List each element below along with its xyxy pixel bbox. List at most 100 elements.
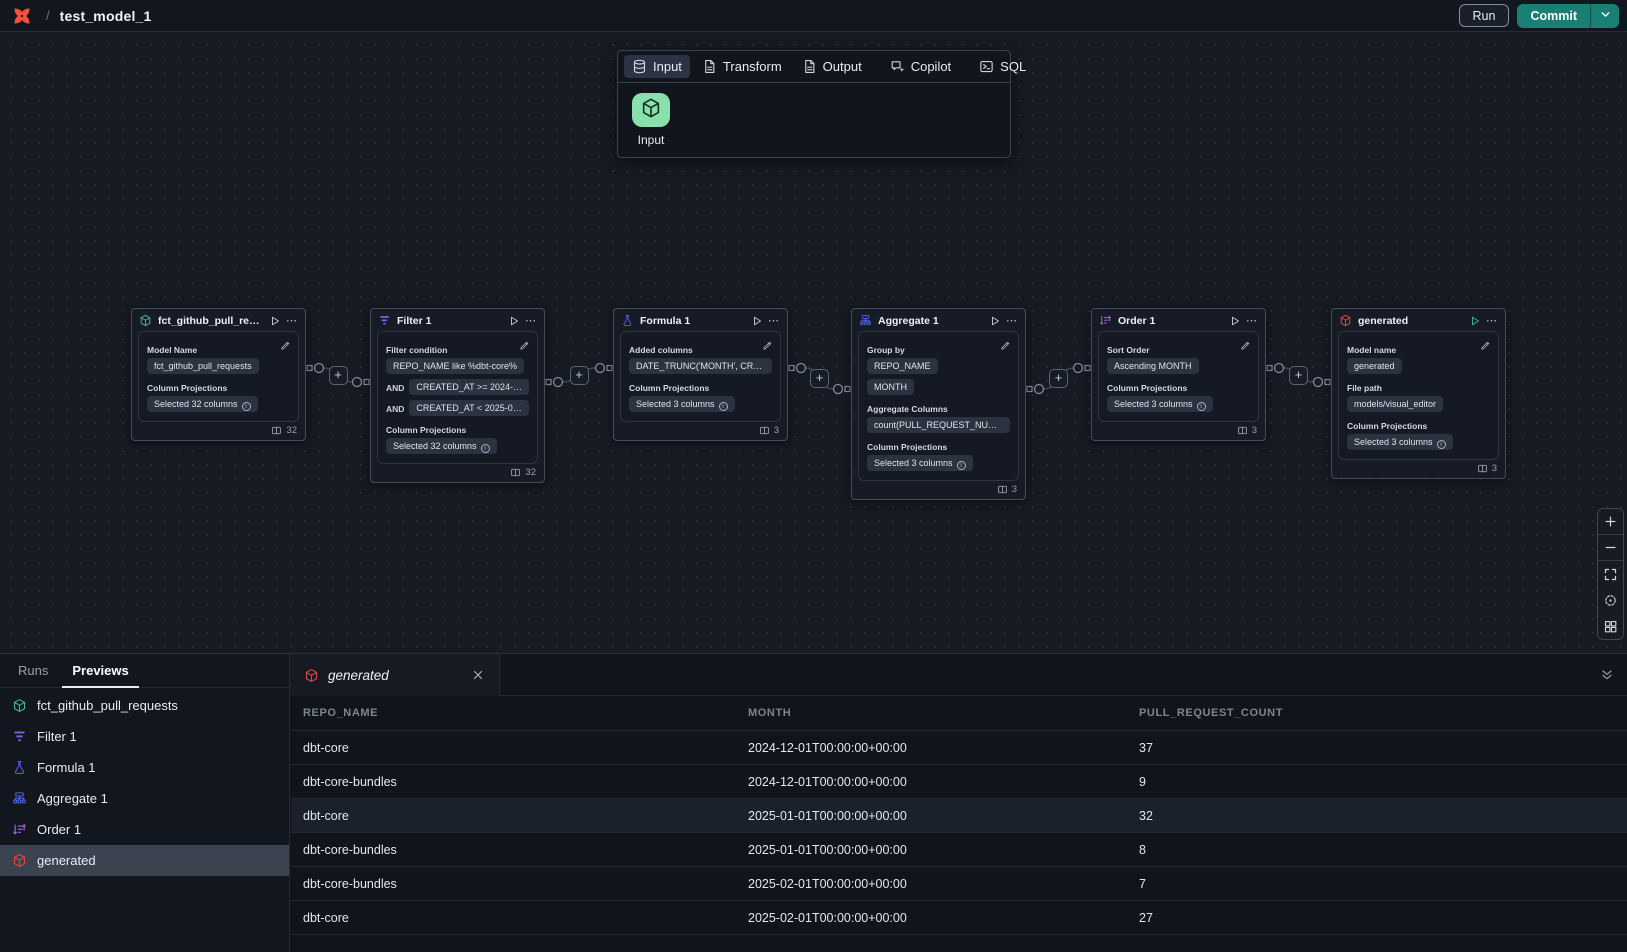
value-pill: MONTH: [867, 379, 914, 395]
more-options-icon[interactable]: ⋯: [286, 318, 298, 324]
table-cell: dbt-core: [303, 741, 748, 755]
chevron-down-icon: [1599, 8, 1612, 24]
edit-pencil-icon[interactable]: [1240, 338, 1251, 349]
toolbar-body: Input: [618, 83, 1010, 157]
minimap-icon[interactable]: [1598, 613, 1623, 639]
dag-node-filter-1[interactable]: Filter 1⋯Filter conditionREPO_NAME like …: [370, 308, 545, 483]
table-row[interactable]: dbt-core-bundles2025-02-01T00:00:00+00:0…: [291, 867, 1627, 901]
toolbar-tab-label: SQL: [1000, 59, 1026, 74]
cube-icon: [640, 97, 662, 124]
play-icon[interactable]: [508, 315, 520, 327]
info-icon[interactable]: i: [481, 444, 490, 453]
zoom-in-icon[interactable]: [1598, 509, 1623, 535]
column-count: 3: [1012, 484, 1017, 495]
add-node-button[interactable]: +: [810, 369, 829, 388]
value-pill: generated: [1347, 358, 1402, 374]
edit-pencil-icon[interactable]: [1480, 338, 1491, 349]
play-icon[interactable]: [269, 315, 281, 327]
toolbar-tab-output[interactable]: Output: [794, 55, 870, 78]
dag-node-generated[interactable]: generated⋯Model namegeneratedFile pathmo…: [1331, 308, 1506, 479]
zoom-out-icon[interactable]: [1598, 535, 1623, 561]
sidebar-item-filter-1[interactable]: Filter 1: [0, 721, 289, 752]
table-cell: dbt-core: [303, 809, 748, 823]
info-icon[interactable]: i: [1437, 440, 1446, 449]
edit-pencil-icon[interactable]: [762, 338, 773, 349]
play-icon[interactable]: [1229, 315, 1241, 327]
node-value-row: DATE_TRUNC('MONTH', CREATED_AT...: [629, 358, 772, 376]
cube-icon: [12, 698, 27, 713]
toolbar-tab-sql[interactable]: SQL: [971, 55, 1034, 78]
info-icon[interactable]: i: [719, 402, 728, 411]
node-actions: ⋯: [269, 315, 298, 327]
play-icon[interactable]: [751, 315, 763, 327]
value-pill: CREATED_AT < 2025-03-01: [409, 400, 529, 416]
more-options-icon[interactable]: ⋯: [1006, 318, 1018, 324]
edit-pencil-icon[interactable]: [280, 338, 291, 349]
more-options-icon[interactable]: ⋯: [525, 318, 537, 324]
sidebar-item-generated[interactable]: generated: [0, 845, 289, 876]
play-icon[interactable]: [1469, 315, 1481, 327]
info-icon[interactable]: i: [242, 402, 251, 411]
close-icon[interactable]: [471, 668, 485, 682]
node-section-label: File path: [1347, 383, 1490, 393]
more-options-icon[interactable]: ⋯: [768, 318, 780, 324]
edit-pencil-icon[interactable]: [1000, 338, 1011, 349]
preview-tab-generated[interactable]: generated: [290, 654, 500, 696]
columns-count-icon: [759, 425, 770, 436]
more-options-icon[interactable]: ⋯: [1246, 318, 1258, 324]
collapse-panel-double-chevron-icon[interactable]: [1599, 667, 1615, 683]
info-icon[interactable]: i: [957, 461, 966, 470]
play-icon[interactable]: [989, 315, 1001, 327]
more-options-icon[interactable]: ⋯: [1486, 318, 1498, 324]
table-row[interactable]: dbt-core-bundles2025-01-01T00:00:00+00:0…: [291, 833, 1627, 867]
node-value-row: Selected 32 columnsi: [147, 396, 290, 414]
sidebar-item-label: Filter 1: [37, 729, 77, 744]
dag-node-order-1[interactable]: Order 1 ⋯ Sort OrderAscending MONTHColumn …: [1091, 308, 1266, 441]
dag-node-fct_github_pull_requests[interactable]: fct_github_pull_requests⋯Model Namefct_g…: [131, 308, 306, 441]
node-section-label: Column Projections: [1347, 421, 1490, 431]
sidebar-item-order-1[interactable]: Order 1: [0, 814, 289, 845]
locate-icon[interactable]: [1598, 587, 1623, 613]
add-node-button[interactable]: +: [329, 366, 348, 385]
dbt-logo-icon[interactable]: [12, 6, 32, 26]
toolbar-tab-input[interactable]: Input: [624, 55, 690, 78]
edit-pencil-icon[interactable]: [519, 338, 530, 349]
commit-dropdown-button[interactable]: [1590, 4, 1619, 28]
run-button[interactable]: Run: [1459, 4, 1510, 27]
node-body: Sort OrderAscending MONTHColumn Projecti…: [1098, 331, 1259, 422]
dag-canvas[interactable]: Input Transform Output Copilot SQL Input fct…: [0, 32, 1627, 653]
info-icon[interactable]: i: [1197, 402, 1206, 411]
visual-editor-app: / test_model_1 Run Commit InputTransform…: [0, 0, 1627, 952]
tab-runs[interactable]: Runs: [6, 655, 60, 687]
table-cell: 2024-12-01T00:00:00+00:00: [748, 775, 1139, 789]
cube-icon: [139, 314, 152, 327]
sidebar-item-aggregate-1[interactable]: Aggregate 1: [0, 783, 289, 814]
dag-node-formula-1[interactable]: Formula 1⋯Added columnsDATE_TRUNC('MONTH…: [613, 308, 788, 441]
fit-view-icon[interactable]: [1598, 561, 1623, 587]
table-row[interactable]: dbt-core2025-02-01T00:00:00+00:0027: [291, 901, 1627, 935]
node-section-label: Column Projections: [1107, 383, 1250, 393]
toolbar-tab-label: Transform: [723, 59, 782, 74]
table-row[interactable]: dbt-core2024-12-01T00:00:00+00:0037: [291, 731, 1627, 765]
table-row[interactable]: dbt-core2025-01-01T00:00:00+00:0032: [291, 799, 1627, 833]
node-title: Order 1: [1118, 315, 1223, 327]
canvas-zoom-controls: [1597, 508, 1624, 640]
toolbar-tab-transform[interactable]: Transform: [694, 55, 790, 78]
add-node-button[interactable]: +: [1049, 369, 1068, 388]
sidebar-item-fct_github_pull_requests[interactable]: fct_github_pull_requests: [0, 690, 289, 721]
input-node-tile[interactable]: [632, 93, 670, 127]
add-node-button[interactable]: +: [570, 366, 589, 385]
add-node-button[interactable]: +: [1289, 366, 1308, 385]
toolbar-tabs: InputTransformOutputCopilotSQL: [618, 51, 1010, 83]
sidebar-item-label: Formula 1: [37, 760, 96, 775]
commit-button[interactable]: Commit: [1517, 4, 1590, 28]
node-section-label: Aggregate Columns: [867, 404, 1010, 414]
dag-node-aggregate-1[interactable]: Aggregate 1⋯Group byREPO_NAMEMONTHAggreg…: [851, 308, 1026, 500]
table-row[interactable]: dbt-core-bundles2024-12-01T00:00:00+00:0…: [291, 765, 1627, 799]
condition-operator: AND: [386, 404, 404, 414]
toolbar-tab-copilot[interactable]: Copilot: [882, 55, 959, 78]
palette-item-input[interactable]: Input: [632, 93, 670, 147]
sidebar-item-formula-1[interactable]: Formula 1: [0, 752, 289, 783]
tab-previews[interactable]: Previews: [60, 655, 140, 687]
toolbar-tab-label: Copilot: [911, 59, 951, 74]
